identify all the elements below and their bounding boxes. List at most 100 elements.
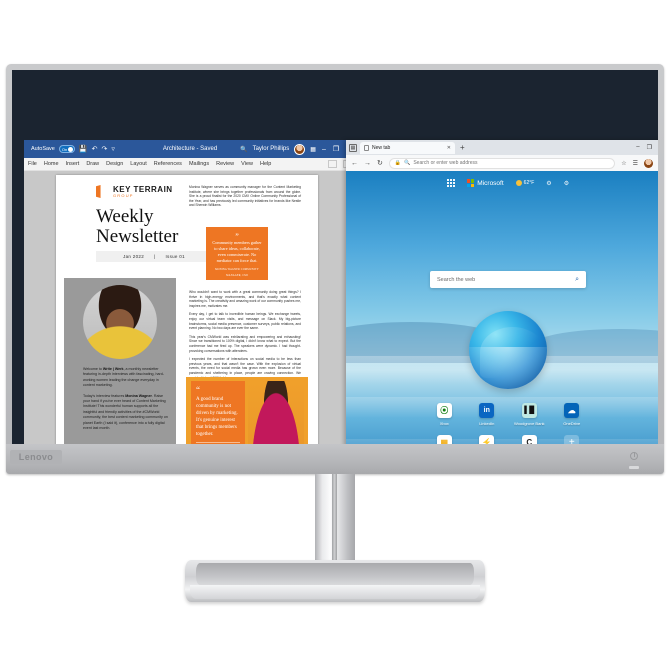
right-column-body: Who wouldn't want to work with a great c…	[189, 290, 301, 384]
back-arrow-icon[interactable]: ←	[351, 160, 358, 167]
undo-icon[interactable]: ↶	[92, 145, 98, 153]
quick-link-chefs-taste[interactable]: C Chefs Taste	[508, 435, 551, 444]
ribbon-display-options-icon[interactable]: ▦	[310, 146, 316, 153]
linkedin-icon: in	[479, 403, 495, 418]
quick-link-label: LinkedIn	[479, 421, 495, 426]
daily-story-icon: ▦	[436, 435, 452, 444]
quote-card: “ A good brand community is not driven b…	[191, 381, 245, 444]
avatar[interactable]	[294, 143, 306, 155]
edge-logo	[469, 311, 547, 389]
newsletter-title: Weekly Newsletter	[96, 207, 211, 247]
browser-tab[interactable]: New tab ✕	[360, 141, 455, 154]
xbox-icon: ⦿	[436, 403, 452, 418]
tab-label: New tab	[372, 144, 391, 151]
quick-link-all-about[interactable]: ⚡ All About	[466, 435, 509, 444]
search-icon[interactable]: ⌕	[575, 276, 579, 284]
issue-separator: |	[154, 254, 156, 259]
quote-card-photo	[248, 381, 304, 444]
customize-quick-access-icon[interactable]: ▿	[111, 145, 115, 153]
ribbon-tab-mailings[interactable]: Mailings	[189, 161, 209, 167]
profile-avatar[interactable]	[644, 158, 653, 168]
page-settings-icon[interactable]: ⚙	[546, 180, 551, 187]
key-terrain-mark-icon	[96, 185, 101, 198]
screen: AutoSave On 💾 ↶ ↷ ▿ Architecture - Saved…	[12, 70, 658, 444]
body-paragraph-1: Welcome to Write | Werk, a monthly newsl…	[83, 367, 164, 388]
right-column-intro: Monina Wagner serves as community manage…	[189, 185, 301, 208]
save-icon[interactable]: 💾	[79, 145, 88, 153]
forward-arrow-icon[interactable]: →	[364, 160, 371, 167]
ribbon-tab-view[interactable]: View	[241, 161, 253, 167]
monitor: AutoSave On 💾 ↶ ↷ ▿ Architecture - Saved…	[0, 0, 670, 670]
weather-widget[interactable]: 62°F	[515, 180, 534, 186]
lock-icon: 🔒	[394, 160, 402, 166]
ribbon-tab-layout[interactable]: Layout	[130, 161, 147, 167]
quote-mark-icon: “	[196, 385, 200, 395]
quick-link-onedrive[interactable]: ☁ OneDrive	[551, 403, 594, 426]
document-canvas[interactable]: KEY TERRAIN GROUP Weekly Newsletter Jan …	[24, 171, 356, 444]
quick-link-label: OneDrive	[563, 421, 581, 426]
word-titlebar: AutoSave On 💾 ↶ ↷ ▿ Architecture - Saved…	[24, 140, 356, 158]
search-icon[interactable]: 🔍	[240, 146, 247, 153]
collections-icon[interactable]: ☰	[633, 160, 638, 167]
tab-close-icon[interactable]: ✕	[447, 145, 451, 151]
minimize-button[interactable]: –	[321, 146, 327, 153]
redo-icon[interactable]: ↷	[101, 145, 107, 153]
monitor-base-lip	[190, 585, 480, 599]
status-led	[629, 466, 639, 469]
edge-tab-manager-icon[interactable]: ▦	[349, 143, 357, 152]
ribbon-tab-insert[interactable]: Insert	[66, 161, 80, 167]
refresh-icon[interactable]: ↻	[377, 159, 383, 167]
right-paragraph-2: Every day, I get to talk to incredible h…	[189, 312, 301, 331]
add-favorite-icon[interactable]: ☆	[621, 160, 626, 167]
user-name[interactable]: Taylor Phillips	[253, 146, 290, 152]
word-ribbon-tabs[interactable]: File Home Insert Draw Design Layout Refe…	[24, 158, 356, 171]
monitor-base-tray	[196, 563, 474, 585]
chefs-taste-icon: C	[521, 435, 537, 444]
autosave-toggle[interactable]: On	[58, 145, 75, 153]
search-placeholder: Search the web	[437, 276, 476, 283]
microsoft-logo[interactable]: Microsoft	[466, 179, 504, 187]
monitor-bottom-bezel	[6, 444, 664, 474]
maximize-button[interactable]: ❐	[332, 145, 340, 153]
ribbon-tab-home[interactable]: Home	[44, 161, 59, 167]
quote-card-text: A good brand community is not driven by …	[196, 397, 238, 437]
edge-navigation-bar: ← → ↻ 🔒 🔍 Search or enter web address ☆ …	[346, 155, 658, 171]
ribbon-tab-draw[interactable]: Draw	[86, 161, 99, 167]
ribbon-tab-help[interactable]: Help	[260, 161, 271, 167]
add-shortcut-button[interactable]: +	[551, 435, 594, 444]
quick-link-xbox[interactable]: ⦿ Xbox	[423, 403, 466, 426]
share-icon[interactable]	[328, 160, 337, 168]
pull-quote: ” Community members gather to share idea…	[206, 227, 268, 280]
word-window[interactable]: AutoSave On 💾 ↶ ↷ ▿ Architecture - Saved…	[24, 140, 356, 444]
personalize-icon[interactable]: ⚙	[564, 180, 569, 187]
ribbon-tab-review[interactable]: Review	[216, 161, 234, 167]
quick-link-daily-story[interactable]: ▦ Daily Story	[423, 435, 466, 444]
document-title[interactable]: Architecture - Saved	[163, 146, 217, 152]
title-line-2: Newsletter	[96, 226, 179, 247]
ribbon-tab-file[interactable]: File	[28, 161, 37, 167]
quick-link-linkedin[interactable]: in LinkedIn	[466, 403, 509, 426]
document-page[interactable]: KEY TERRAIN GROUP Weekly Newsletter Jan …	[56, 175, 318, 444]
pull-quote-attribution: MONINA WAGNER COMMUNITY MANAGER, CMI	[215, 268, 259, 277]
brand-logo: Lenovo	[10, 450, 62, 464]
search-input[interactable]: Search the web ⌕	[430, 271, 586, 288]
new-tab-button[interactable]: +	[458, 143, 467, 152]
quote-mark-icon: ”	[235, 232, 239, 241]
title-line-1: Weekly	[96, 206, 154, 227]
partly-sunny-icon	[515, 180, 522, 186]
power-icon[interactable]	[630, 452, 638, 460]
new-tab-icon	[364, 144, 369, 151]
edge-minimize-button[interactable]: –	[636, 144, 639, 151]
edge-window[interactable]: ▦ New tab ✕ + – ❐ ✕ ← → ↻ 🔒	[346, 140, 658, 444]
ribbon-tab-references[interactable]: References	[154, 161, 182, 167]
ribbon-tab-design[interactable]: Design	[106, 161, 123, 167]
newsletter-logo: KEY TERRAIN GROUP	[96, 185, 173, 198]
quick-link-woodgrove-bank[interactable]: ▌█ Woodgrove Bank	[508, 403, 551, 426]
right-paragraph-3: This year's CMWorld was exhilarating and…	[189, 334, 301, 353]
all-about-icon: ⚡	[479, 435, 495, 444]
author-portrait	[83, 285, 157, 359]
address-bar[interactable]: 🔒 🔍 Search or enter web address	[388, 157, 616, 169]
issue-date: Jan 2022	[123, 254, 144, 259]
app-launcher-icon[interactable]	[446, 179, 455, 187]
edge-maximize-button[interactable]: ❐	[647, 144, 652, 151]
